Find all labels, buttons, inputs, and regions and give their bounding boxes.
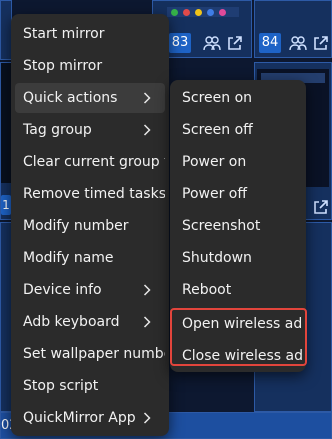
menu-item-device-info[interactable]: Device info — [15, 275, 165, 305]
menu-item-label: Stop mirror — [23, 58, 103, 74]
device-cell-84[interactable]: 84 — [254, 0, 332, 58]
chevron-right-icon — [143, 307, 151, 337]
people-icon[interactable] — [203, 35, 221, 55]
menu-item-label: Reboot — [182, 282, 232, 298]
external-link-icon[interactable] — [313, 35, 329, 55]
menu-item-label: Power on — [182, 154, 247, 170]
chevron-right-icon — [143, 275, 151, 305]
submenu-item-shutdown[interactable]: Shutdown — [174, 243, 302, 273]
menu-item-modify-name[interactable]: Modify name — [15, 243, 165, 273]
menu-item-start-mirror[interactable]: Start mirror — [15, 19, 165, 49]
menu-item-label: Start mirror — [23, 26, 105, 42]
external-link-icon[interactable] — [227, 35, 243, 55]
device-number-badge: 83 — [169, 33, 191, 53]
people-icon[interactable] — [289, 35, 307, 55]
menu-item-label: Clear current group tag — [23, 154, 165, 170]
menu-item-label: Set wallpaper number — [23, 346, 165, 362]
menu-item-label: Tag group — [23, 122, 92, 138]
menu-item-label: Adb keyboard — [23, 314, 120, 330]
menu-item-label: Power off — [182, 186, 247, 202]
menu-item-label: Stop script — [23, 378, 99, 394]
submenu-item-screen-on[interactable]: Screen on — [174, 83, 302, 113]
menu-item-label: Modify number — [23, 218, 129, 234]
menu-item-clear-current-group-tag[interactable]: Clear current group tag — [15, 147, 165, 177]
submenu-item-power-off[interactable]: Power off — [174, 179, 302, 209]
menu-item-tag-group[interactable]: Tag group — [15, 115, 165, 145]
submenu-item-power-on[interactable]: Power on — [174, 147, 302, 177]
wireless-adb-highlight — [170, 308, 307, 366]
menu-item-label: Quick actions — [23, 90, 118, 106]
menu-item-set-wallpaper-number[interactable]: Set wallpaper number — [15, 339, 165, 369]
menu-item-label: Shutdown — [182, 250, 252, 266]
menu-item-label: Modify name — [23, 250, 114, 266]
menu-item-label: Screenshot — [182, 218, 261, 234]
submenu-item-screenshot[interactable]: Screenshot — [174, 211, 302, 241]
menu-item-modify-number[interactable]: Modify number — [15, 211, 165, 241]
external-link-icon[interactable] — [313, 199, 329, 219]
menu-item-stop-script[interactable]: Stop script — [15, 371, 165, 401]
chevron-right-icon — [143, 115, 151, 145]
device-context-menu: Start mirror Stop mirror Quick actions Tag … — [11, 14, 169, 436]
chevron-right-icon — [143, 403, 151, 433]
menu-item-label: Remove timed tasks — [23, 186, 165, 202]
device-number-badge: 84 — [259, 33, 281, 53]
chevron-right-icon — [143, 83, 151, 113]
menu-item-label: Screen off — [182, 122, 253, 138]
submenu-item-reboot[interactable]: Reboot — [174, 275, 302, 305]
menu-item-label: Device info — [23, 282, 102, 298]
menu-item-quickmirror-app[interactable]: QuickMirror App — [15, 403, 165, 433]
submenu-item-screen-off[interactable]: Screen off — [174, 115, 302, 145]
device-number-badge: 1 — [1, 195, 11, 215]
menu-item-label: QuickMirror App — [23, 410, 136, 426]
menu-item-remove-timed-tasks[interactable]: Remove timed tasks — [15, 179, 165, 209]
menu-item-quick-actions[interactable]: Quick actions — [15, 83, 165, 113]
menu-item-label: Screen on — [182, 90, 253, 106]
menu-item-stop-mirror[interactable]: Stop mirror — [15, 51, 165, 81]
menu-item-adb-keyboard[interactable]: Adb keyboard — [15, 307, 165, 337]
